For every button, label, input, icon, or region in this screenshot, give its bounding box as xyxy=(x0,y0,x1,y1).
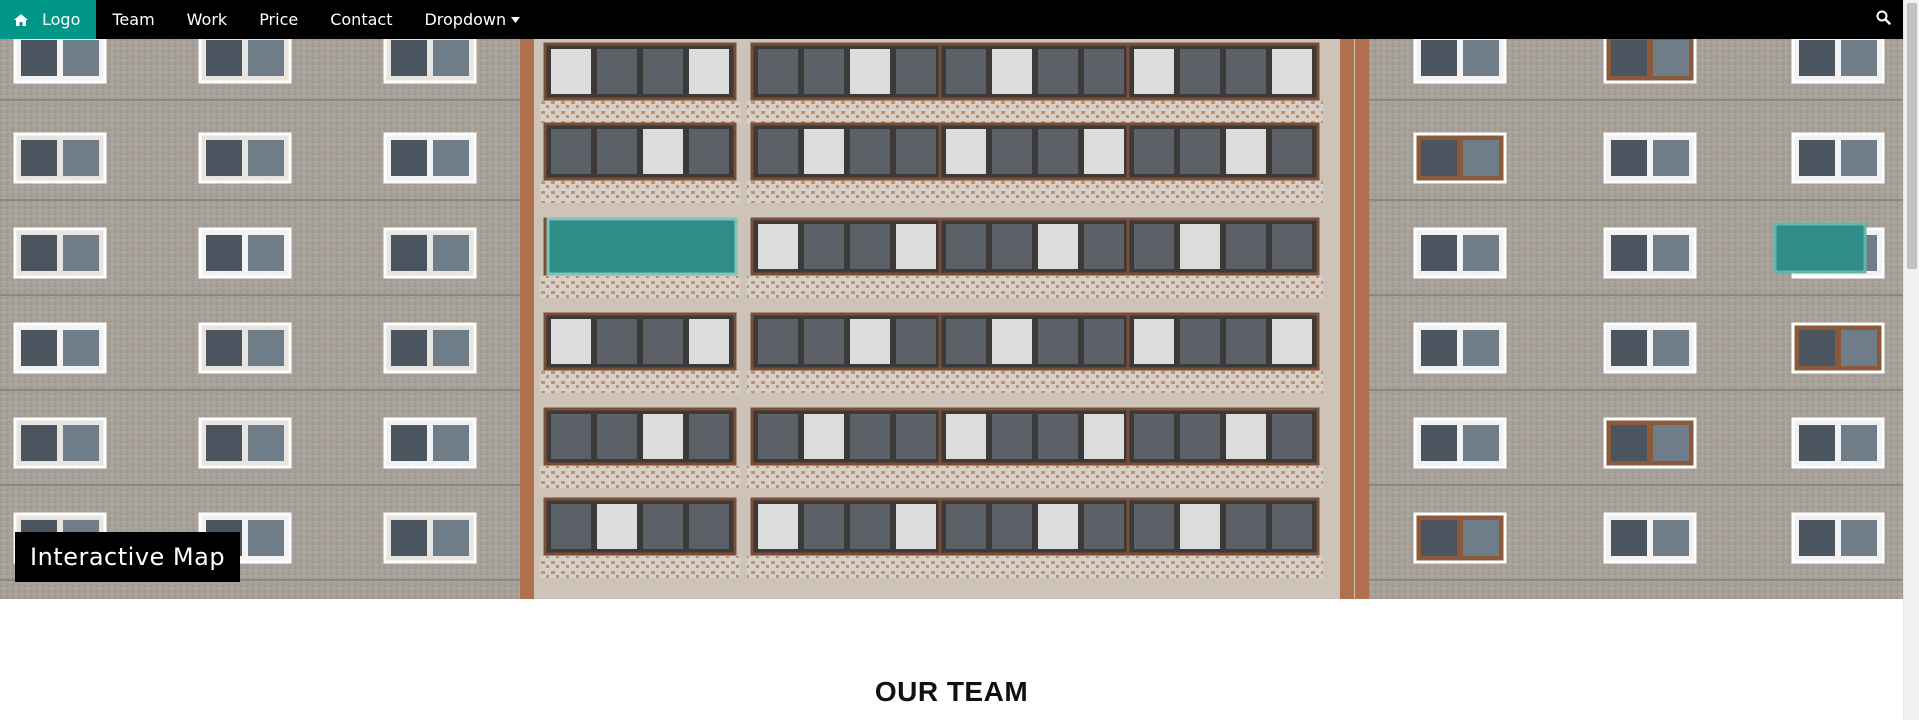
section-title: OUR TEAM xyxy=(874,676,1029,707)
nav-item-price-label: Price xyxy=(259,10,299,29)
nav-item-contact[interactable]: Contact xyxy=(314,0,408,39)
scrollbar-thumb[interactable] xyxy=(1907,3,1917,269)
page: Logo Team Work Price Contact Dropdown In… xyxy=(0,0,1919,720)
nav-item-price[interactable]: Price xyxy=(243,0,314,39)
page-scrollbar[interactable] xyxy=(1903,0,1919,720)
nav-dropdown[interactable]: Dropdown xyxy=(408,0,536,39)
nav-logo-label: Logo xyxy=(42,10,81,29)
hero-banner: Interactive Map xyxy=(0,39,1903,599)
nav-item-work-label: Work xyxy=(186,10,228,29)
nav-logo-link[interactable]: Logo xyxy=(0,0,97,39)
interactive-map-label[interactable]: Interactive Map xyxy=(15,532,241,582)
caret-down-icon xyxy=(511,16,521,23)
nav-dropdown-label: Dropdown xyxy=(424,10,507,29)
home-icon xyxy=(14,13,28,26)
apartment-building-image xyxy=(0,39,1903,599)
top-navbar: Logo Team Work Price Contact Dropdown xyxy=(0,0,1903,39)
nav-item-team-label: Team xyxy=(112,10,155,29)
nav-item-contact-label: Contact xyxy=(330,10,393,29)
nav-item-team[interactable]: Team xyxy=(96,0,170,39)
search-icon xyxy=(1876,10,1891,29)
nav-item-work[interactable]: Work xyxy=(171,0,244,39)
search-button[interactable] xyxy=(1863,0,1903,39)
